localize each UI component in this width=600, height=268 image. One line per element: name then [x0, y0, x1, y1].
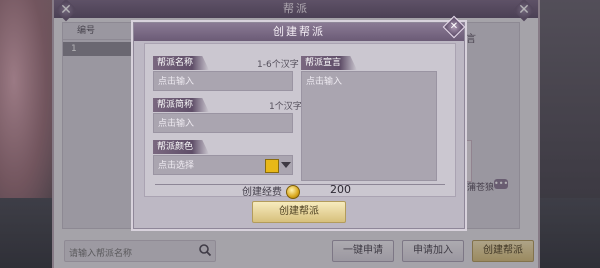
guild-abbr-input[interactable]: 点击输入	[153, 113, 293, 133]
guild-name-input[interactable]: 点击输入	[153, 71, 293, 91]
cost-label: 创建经费	[242, 187, 282, 198]
guild-abbr-label: 帮派简称	[153, 98, 210, 112]
guild-abbr-hint: 1个汉字	[269, 102, 302, 112]
form-divider	[155, 184, 445, 185]
guild-name-hint: 1-6个汉字	[257, 60, 299, 70]
dialog-title: 创建帮派	[134, 23, 464, 41]
create-guild-dialog: 创建帮派 帮派名称 1-6个汉字 点击输入 帮派简称 1个汉字 点击输入 帮派颜…	[133, 22, 465, 229]
chevron-down-icon[interactable]	[281, 162, 291, 168]
guild-name-label: 帮派名称	[153, 56, 210, 70]
color-swatch[interactable]	[265, 159, 279, 173]
confirm-create-button[interactable]: 创建帮派	[252, 201, 346, 223]
guild-declaration-label: 帮派宣言	[301, 56, 358, 70]
guild-color-label: 帮派颜色	[153, 140, 210, 154]
coin-icon	[286, 185, 300, 199]
dialog-form: 帮派名称 1-6个汉字 点击输入 帮派简称 1个汉字 点击输入 帮派颜色 点击选…	[144, 43, 456, 197]
cost-value: 200	[330, 183, 351, 196]
guild-declaration-input[interactable]: 点击输入	[301, 71, 437, 181]
color-select-text: 点击选择	[158, 161, 195, 171]
